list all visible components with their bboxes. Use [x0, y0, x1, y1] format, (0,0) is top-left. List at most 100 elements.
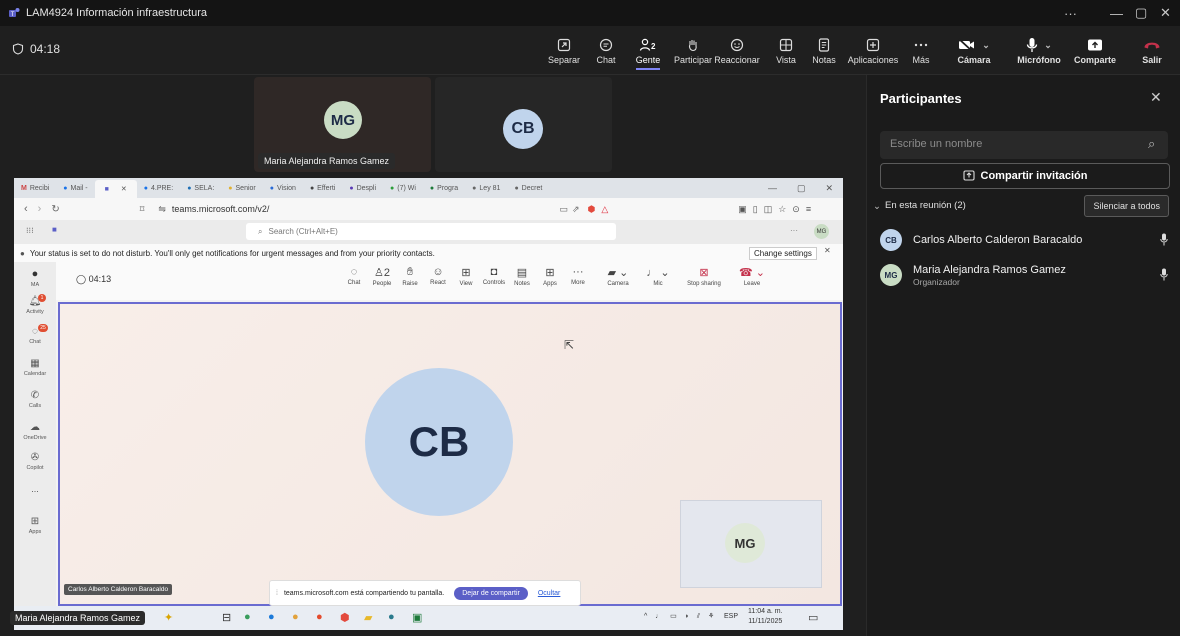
input-language[interactable]: ESP — [724, 613, 738, 620]
back-icon[interactable]: ‹ — [24, 203, 28, 215]
maximize-icon[interactable]: ▢ — [1135, 0, 1147, 26]
share-invite-button[interactable]: Compartir invitación — [880, 163, 1170, 189]
participant-tile-cb[interactable]: CB — [435, 77, 612, 172]
edge-icon[interactable]: ● — [268, 611, 275, 623]
participant-row[interactable]: MG Maria Alejandra Ramos Gamez Organizad… — [880, 260, 1168, 290]
rail-item-profile[interactable]: ● MA — [14, 268, 56, 288]
system-tray-icons[interactable]: ^ ♩ ▭ ◗ ⫽ ⚘ — [644, 612, 717, 621]
section-label[interactable]: En esta reunión (2) — [885, 200, 966, 211]
more-button[interactable]: Más — [908, 30, 934, 70]
copilot-icon[interactable]: ✦ — [164, 611, 173, 624]
browser-tab-active[interactable]: ■ ✕ — [94, 180, 137, 198]
reload-icon[interactable]: ↻ — [51, 204, 59, 215]
close-window-icon[interactable]: ✕ — [1160, 0, 1171, 26]
notification-icon[interactable]: ▭ — [808, 611, 818, 624]
rail-item-chat[interactable]: ◌ Chat 25 — [14, 324, 56, 345]
stop-sharing-button[interactable]: Dejar de compartir — [454, 586, 528, 600]
browser-tab[interactable]: M Recibi — [14, 185, 56, 192]
rail-item-more[interactable]: ... — [14, 484, 56, 494]
inner-people-button[interactable]: ♙2 People — [368, 266, 396, 287]
inner-camera-button[interactable]: ▰ ⌄ Camera — [598, 266, 638, 287]
view-button[interactable]: Vista — [772, 30, 800, 70]
rewards-icon[interactable]: △ — [601, 204, 608, 215]
mic-button[interactable]: ⌄ Micrófono — [1014, 30, 1064, 70]
tray-clock[interactable]: 11:04 a. m. 11/11/2025 — [748, 607, 783, 627]
browser-window-controls[interactable]: — ▢ ✕ — [761, 183, 843, 194]
browser-tab[interactable]: ● Ley 81 — [465, 185, 507, 192]
inner-chat-button[interactable]: ◌ Chat — [340, 266, 368, 286]
self-view-tile[interactable]: MG — [680, 500, 822, 588]
url-text[interactable]: teams.microsoft.com/v2/ — [172, 204, 270, 214]
meeting-stage: MG Maria Alejandra Ramos Gamez CB M Recib… — [0, 75, 866, 636]
browser-tab[interactable]: ● Efferti — [303, 185, 342, 192]
inner-leave-button[interactable]: ☎ ⌄ Leave — [732, 266, 772, 287]
drag-handle-icon[interactable]: ⁞ — [276, 590, 278, 597]
brave-shield-icon[interactable]: ⬢ — [587, 204, 595, 215]
notes-button[interactable]: Notas — [810, 30, 838, 70]
tab-close-icon[interactable]: ✕ — [121, 185, 127, 193]
chrome-icon[interactable]: ● — [292, 611, 299, 623]
browser-tab[interactable]: ● Progra — [423, 185, 465, 192]
firefox-icon[interactable]: ● — [316, 611, 323, 623]
browser-tab[interactable]: ● (7) Wi — [383, 185, 423, 192]
browser-tab[interactable]: ● Vision — [263, 185, 303, 192]
rail-item-activity[interactable]: 🔔︎ Activity 1 — [14, 294, 56, 315]
inner-apps-button[interactable]: ⊞ Apps — [536, 266, 564, 287]
share-button[interactable]: Comparte — [1072, 30, 1118, 70]
close-panel-icon[interactable]: ✕ — [1150, 89, 1162, 106]
participant-tile-mg[interactable]: MG Maria Alejandra Ramos Gamez — [254, 77, 431, 172]
more-icon[interactable]: ··· — [790, 226, 798, 235]
file-explorer-icon[interactable]: ▰ — [364, 611, 372, 624]
site-info-icon[interactable]: ⇋ — [158, 204, 166, 215]
participant-row[interactable]: CB Carlos Alberto Calderon Baracaldo — [880, 225, 1168, 255]
rail-item-calls[interactable]: ✆ Calls — [14, 390, 56, 409]
camera-button[interactable]: ⌄ Cámara — [954, 30, 994, 70]
raise-hand-button[interactable]: Participar — [674, 30, 712, 70]
inner-controls-button[interactable]: ◘ Controls — [480, 266, 508, 286]
minimize-icon[interactable]: — — [1110, 0, 1123, 26]
people-button[interactable]: 2 Gente — [630, 30, 666, 70]
browser-tab[interactable]: ● Senior — [221, 185, 262, 192]
inner-view-button[interactable]: ⊞ View — [452, 266, 480, 287]
rail-item-copilot[interactable]: ✇ Copilot — [14, 452, 56, 471]
participant-search-input[interactable]: Escribe un nombre ⌕ — [880, 131, 1168, 159]
inner-react-button[interactable]: ☺ React — [424, 266, 452, 286]
chevron-down-icon[interactable]: ⌄ — [873, 201, 881, 212]
react-button[interactable]: Reaccionar — [714, 30, 760, 70]
inner-stop-sharing-button[interactable]: ⊠ Stop sharing — [682, 266, 726, 287]
inner-mic-button[interactable]: ♩ ⌄ Mic — [638, 266, 678, 287]
search-app-icon[interactable]: ● — [388, 611, 395, 623]
browser-tab[interactable]: ● Despli — [342, 185, 383, 192]
toolbar-label: Separar — [547, 55, 581, 65]
browser-menu-icons[interactable]: ▣▯◫☆⊙≡ — [738, 204, 817, 215]
popout-button[interactable]: Separar — [548, 30, 580, 70]
forward-icon[interactable]: › — [38, 203, 42, 215]
mute-all-button[interactable]: Silenciar a todos — [1084, 195, 1169, 217]
leave-button[interactable]: Salir — [1136, 30, 1168, 70]
inner-raise-button[interactable]: ✋︎ Raise — [396, 266, 424, 287]
rail-item-apps[interactable]: ⊞ Apps — [14, 516, 56, 535]
browser-tab[interactable]: ● Mail - — [56, 185, 94, 192]
inner-more-button[interactable]: ··· More — [564, 266, 592, 286]
rail-item-onedrive[interactable]: ☁︎ OneDrive — [14, 422, 56, 441]
task-view-icon[interactable]: ⊟ — [222, 611, 231, 624]
browser-tab[interactable]: ● 4.PRE: — [137, 185, 180, 192]
bookmark-icon[interactable]: ⌑ — [140, 204, 145, 215]
browser-tab[interactable]: ● Decret — [507, 185, 549, 192]
teams-search-input[interactable]: ⌕ Search (Ctrl+Alt+E) — [246, 223, 616, 240]
hide-link[interactable]: Ocultar — [538, 590, 561, 597]
browser-tab[interactable]: ● SELA: — [180, 185, 221, 192]
more-options-icon[interactable]: ··· — [1064, 0, 1077, 26]
brave-icon[interactable]: ⬢ — [340, 611, 350, 624]
avatar[interactable]: MG — [814, 224, 829, 239]
close-icon[interactable]: ✕ — [824, 246, 831, 255]
change-settings-button[interactable]: Change settings — [749, 247, 817, 260]
rail-item-calendar[interactable]: ▦ Calendar — [14, 358, 56, 377]
chat-button[interactable]: Chat — [592, 30, 620, 70]
app-icon[interactable]: ● — [244, 611, 251, 623]
app-launcher-icon[interactable]: ⁝⁝⁝ — [26, 226, 34, 235]
excel-icon[interactable]: ▣ — [412, 611, 422, 624]
inner-notes-button[interactable]: ▤ Notes — [508, 266, 536, 287]
address-actions-icon[interactable]: ▭⇗ — [559, 204, 583, 215]
apps-button[interactable]: Aplicaciones — [848, 30, 898, 70]
